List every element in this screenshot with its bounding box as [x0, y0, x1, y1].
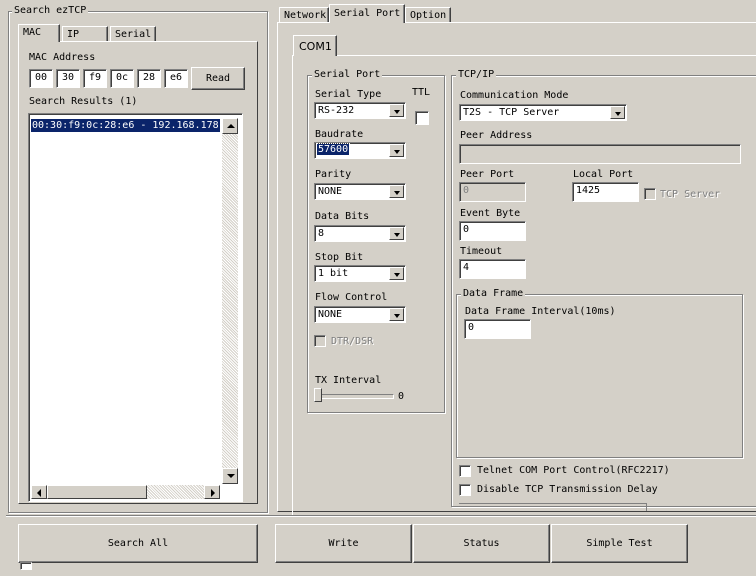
communication-mode-label: Communication Mode — [460, 90, 569, 101]
local-port-field[interactable]: 1425 — [572, 182, 639, 202]
status-button[interactable]: Status — [413, 524, 550, 563]
data-frame-title: Data Frame — [461, 288, 526, 299]
mac-address-label: MAC Address — [29, 52, 96, 63]
tx-interval-value: 0 — [398, 391, 405, 402]
timeout-field[interactable]: 4 — [459, 259, 526, 279]
search-eztcp-title: Search ezTCP — [12, 5, 89, 16]
mac-octet-4[interactable]: 0c — [110, 69, 134, 88]
tx-interval-track — [316, 394, 394, 399]
tab-network[interactable]: Network — [279, 7, 329, 22]
data-frame-interval-field[interactable]: 0 — [464, 319, 531, 339]
read-button[interactable]: Read — [191, 67, 245, 90]
scroll-left-icon[interactable] — [31, 485, 47, 499]
flow-control-select[interactable]: NONE — [314, 306, 406, 323]
tcp-server-checkbox[interactable] — [644, 188, 656, 200]
baudrate-value: 57600 — [315, 143, 351, 156]
mac-octet-5[interactable]: 28 — [137, 69, 161, 88]
stop-bit-select[interactable]: 1 bit — [314, 265, 406, 282]
simple-test-button[interactable]: Simple Test — [551, 524, 688, 563]
chevron-down-icon[interactable] — [610, 106, 625, 119]
ttl-label: TTL — [412, 87, 431, 98]
event-byte-field[interactable]: 0 — [459, 221, 526, 241]
tab-serial[interactable]: Serial — [110, 26, 156, 41]
truncated-control-edge — [459, 503, 647, 511]
chevron-down-icon[interactable] — [389, 185, 404, 198]
tcpip-title: TCP/IP — [456, 69, 497, 80]
chevron-down-icon[interactable] — [389, 144, 404, 157]
write-button[interactable]: Write — [275, 524, 412, 563]
parity-value: NONE — [318, 186, 343, 197]
scroll-up-icon[interactable] — [222, 118, 238, 134]
data-bits-label: Data Bits — [315, 211, 370, 222]
event-byte-label: Event Byte — [460, 208, 521, 219]
peer-port-field[interactable]: 0 — [459, 182, 526, 202]
communication-mode-select[interactable]: T2S - TCP Server — [459, 104, 627, 121]
mac-octet-2[interactable]: 30 — [56, 69, 80, 88]
serial-type-value: RS-232 — [318, 105, 355, 116]
scroll-down-icon[interactable] — [222, 468, 238, 484]
peer-address-label: Peer Address — [460, 130, 533, 141]
chevron-down-icon[interactable] — [389, 308, 404, 321]
tab-mac[interactable]: MAC — [18, 24, 60, 42]
timeout-label: Timeout — [460, 246, 503, 257]
stop-bit-label: Stop Bit — [315, 252, 364, 263]
ttl-checkbox[interactable] — [415, 111, 429, 125]
tab-ip[interactable]: IP — [62, 26, 108, 41]
flow-control-label: Flow Control — [315, 292, 388, 303]
peer-port-label: Peer Port — [460, 169, 515, 180]
serial-port-group — [307, 75, 445, 413]
local-port-label: Local Port — [573, 169, 634, 180]
chevron-down-icon[interactable] — [389, 267, 404, 280]
baudrate-label: Baudrate — [315, 129, 364, 140]
disable-tcp-delay-label: Disable TCP Transmission Delay — [477, 484, 658, 495]
communication-mode-value: T2S - TCP Server — [463, 107, 560, 118]
tab-com1[interactable]: COM1 — [293, 35, 337, 56]
mac-octet-3[interactable]: f9 — [83, 69, 107, 88]
horizontal-scroll-thumb[interactable] — [47, 485, 147, 499]
mac-octet-1[interactable]: 00 — [29, 69, 53, 88]
parity-label: Parity — [315, 169, 352, 180]
peer-address-field[interactable] — [459, 144, 741, 164]
search-results-list[interactable]: 00:30:f9:0c:28:e6 - 192.168.178. — [28, 113, 243, 502]
serial-type-select[interactable]: RS-232 — [314, 102, 406, 119]
tx-interval-thumb[interactable] — [314, 388, 322, 402]
tab-option[interactable]: Option — [405, 7, 451, 22]
parity-select[interactable]: NONE — [314, 183, 406, 200]
tx-interval-label: TX Interval — [315, 375, 382, 386]
list-item[interactable]: 00:30:f9:0c:28:e6 - 192.168.178. — [31, 119, 220, 132]
search-all-button[interactable]: Search All — [18, 524, 258, 563]
dtr-dsr-checkbox[interactable] — [314, 335, 326, 347]
dtr-dsr-label: DTR/DSR — [331, 336, 374, 347]
search-results-label: Search Results (1) — [29, 96, 138, 107]
flow-control-value: NONE — [318, 309, 343, 320]
telnet-com-port-label: Telnet COM Port Control(RFC2217) — [477, 465, 670, 476]
vertical-scroll-track[interactable] — [222, 134, 238, 468]
tx-interval-slider[interactable] — [314, 388, 394, 404]
bottom-checkbox[interactable] — [20, 562, 32, 570]
disable-tcp-delay-checkbox[interactable] — [459, 484, 471, 496]
data-bits-select[interactable]: 8 — [314, 225, 406, 242]
baudrate-select[interactable]: 57600 — [314, 142, 406, 159]
serial-port-title: Serial Port — [312, 69, 383, 80]
telnet-com-port-checkbox[interactable] — [459, 465, 471, 477]
data-frame-interval-label: Data Frame Interval(10ms) — [465, 306, 616, 317]
mac-octet-6[interactable]: e6 — [164, 69, 188, 88]
data-bits-value: 8 — [318, 228, 325, 239]
scroll-right-icon[interactable] — [204, 485, 220, 499]
serial-type-label: Serial Type — [315, 89, 382, 100]
tcp-server-label: TCP Server — [660, 189, 721, 200]
tab-serial-port[interactable]: Serial Port — [329, 4, 405, 23]
stop-bit-value: 1 bit — [318, 268, 349, 279]
chevron-down-icon[interactable] — [389, 104, 404, 117]
chevron-down-icon[interactable] — [389, 227, 404, 240]
